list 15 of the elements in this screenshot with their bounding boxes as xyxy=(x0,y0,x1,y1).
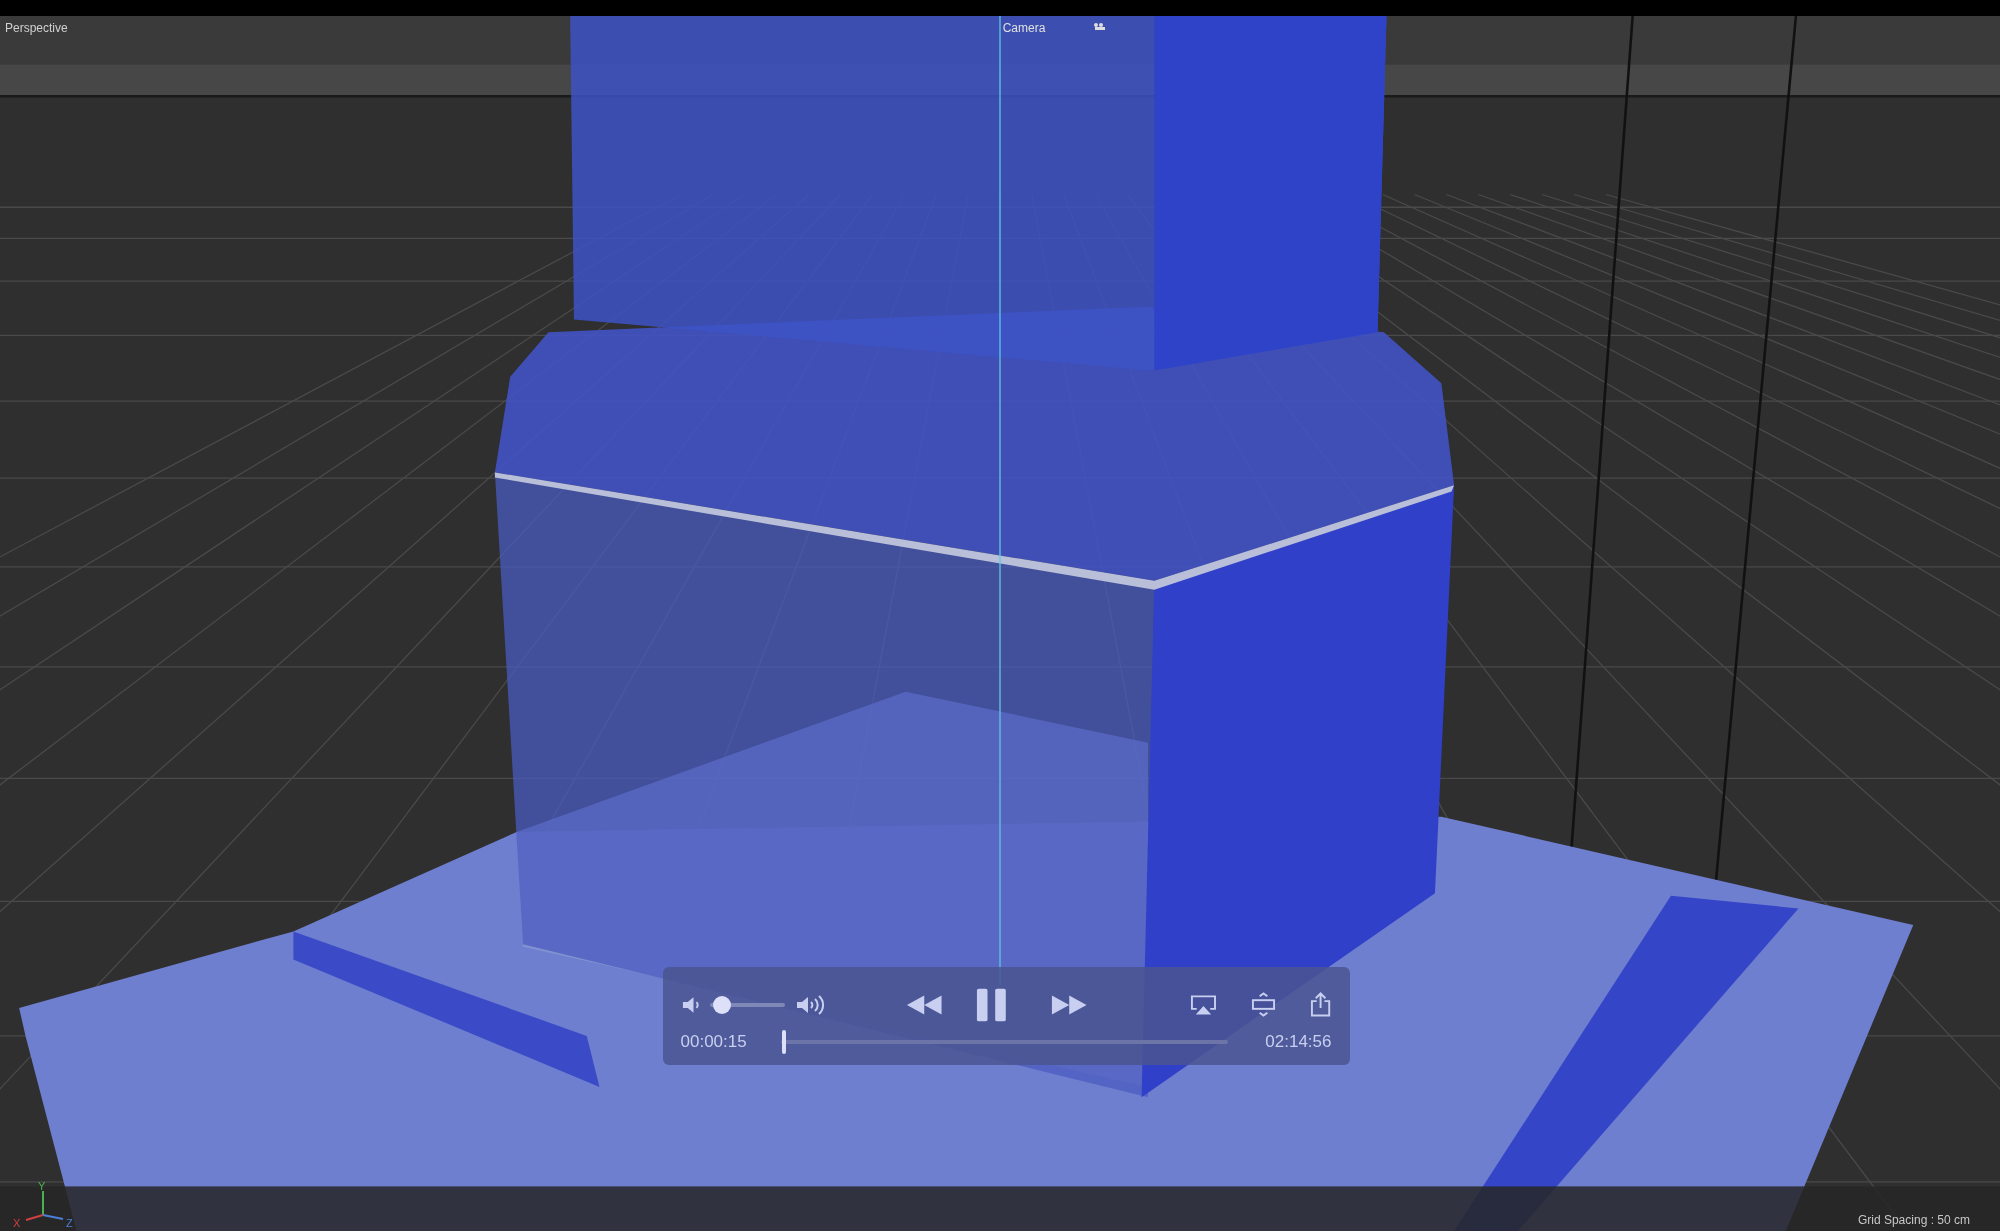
grid-spacing-label: Grid Spacing : 50 cm xyxy=(1857,1212,1970,1229)
volume-knob[interactable] xyxy=(713,996,732,1014)
camera-icon xyxy=(1093,22,1108,31)
pause-icon[interactable] xyxy=(975,986,1008,1024)
progress-handle[interactable] xyxy=(781,1029,786,1054)
resize-icon[interactable] xyxy=(1251,992,1277,1018)
view-name: Perspective xyxy=(5,20,68,37)
share-icon[interactable] xyxy=(1310,992,1332,1018)
volume-slider[interactable] xyxy=(709,996,785,1014)
airplay-icon[interactable] xyxy=(1190,994,1218,1016)
camera-label: Camera xyxy=(1002,20,1046,37)
volume-low-icon[interactable] xyxy=(680,994,700,1016)
fast-forward-icon[interactable] xyxy=(1049,993,1089,1017)
elapsed-time: 00:00:15 xyxy=(680,1031,748,1053)
duration-time: 02:14:56 xyxy=(1265,1031,1332,1053)
